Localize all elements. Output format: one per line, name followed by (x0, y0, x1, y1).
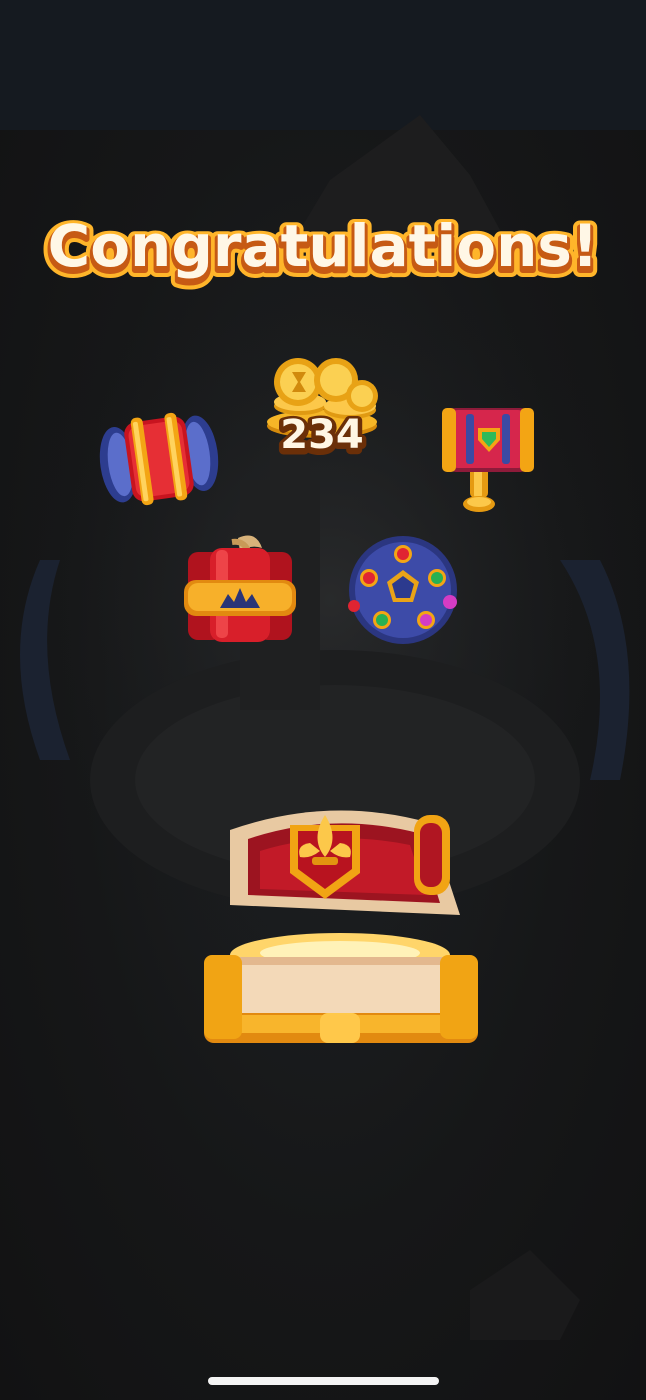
treasure-chest-icon[interactable] (190, 795, 490, 1060)
congratulations-title: Congratulations! Congratulations! Congra… (41, 209, 606, 291)
reward-screen[interactable]: Congratulations! Congratulations! Congra… (0, 0, 646, 1400)
title-text: Congratulations! (48, 212, 599, 280)
coins-amount: 234 (280, 412, 364, 458)
coins-amount-label: 234 234 (276, 410, 369, 465)
disco-ball-booster-icon (348, 536, 457, 644)
dynamite-booster-icon (184, 535, 296, 642)
rocket-booster-icon (99, 412, 219, 506)
hammer-booster-icon (442, 408, 534, 512)
home-indicator[interactable] (208, 1377, 439, 1385)
